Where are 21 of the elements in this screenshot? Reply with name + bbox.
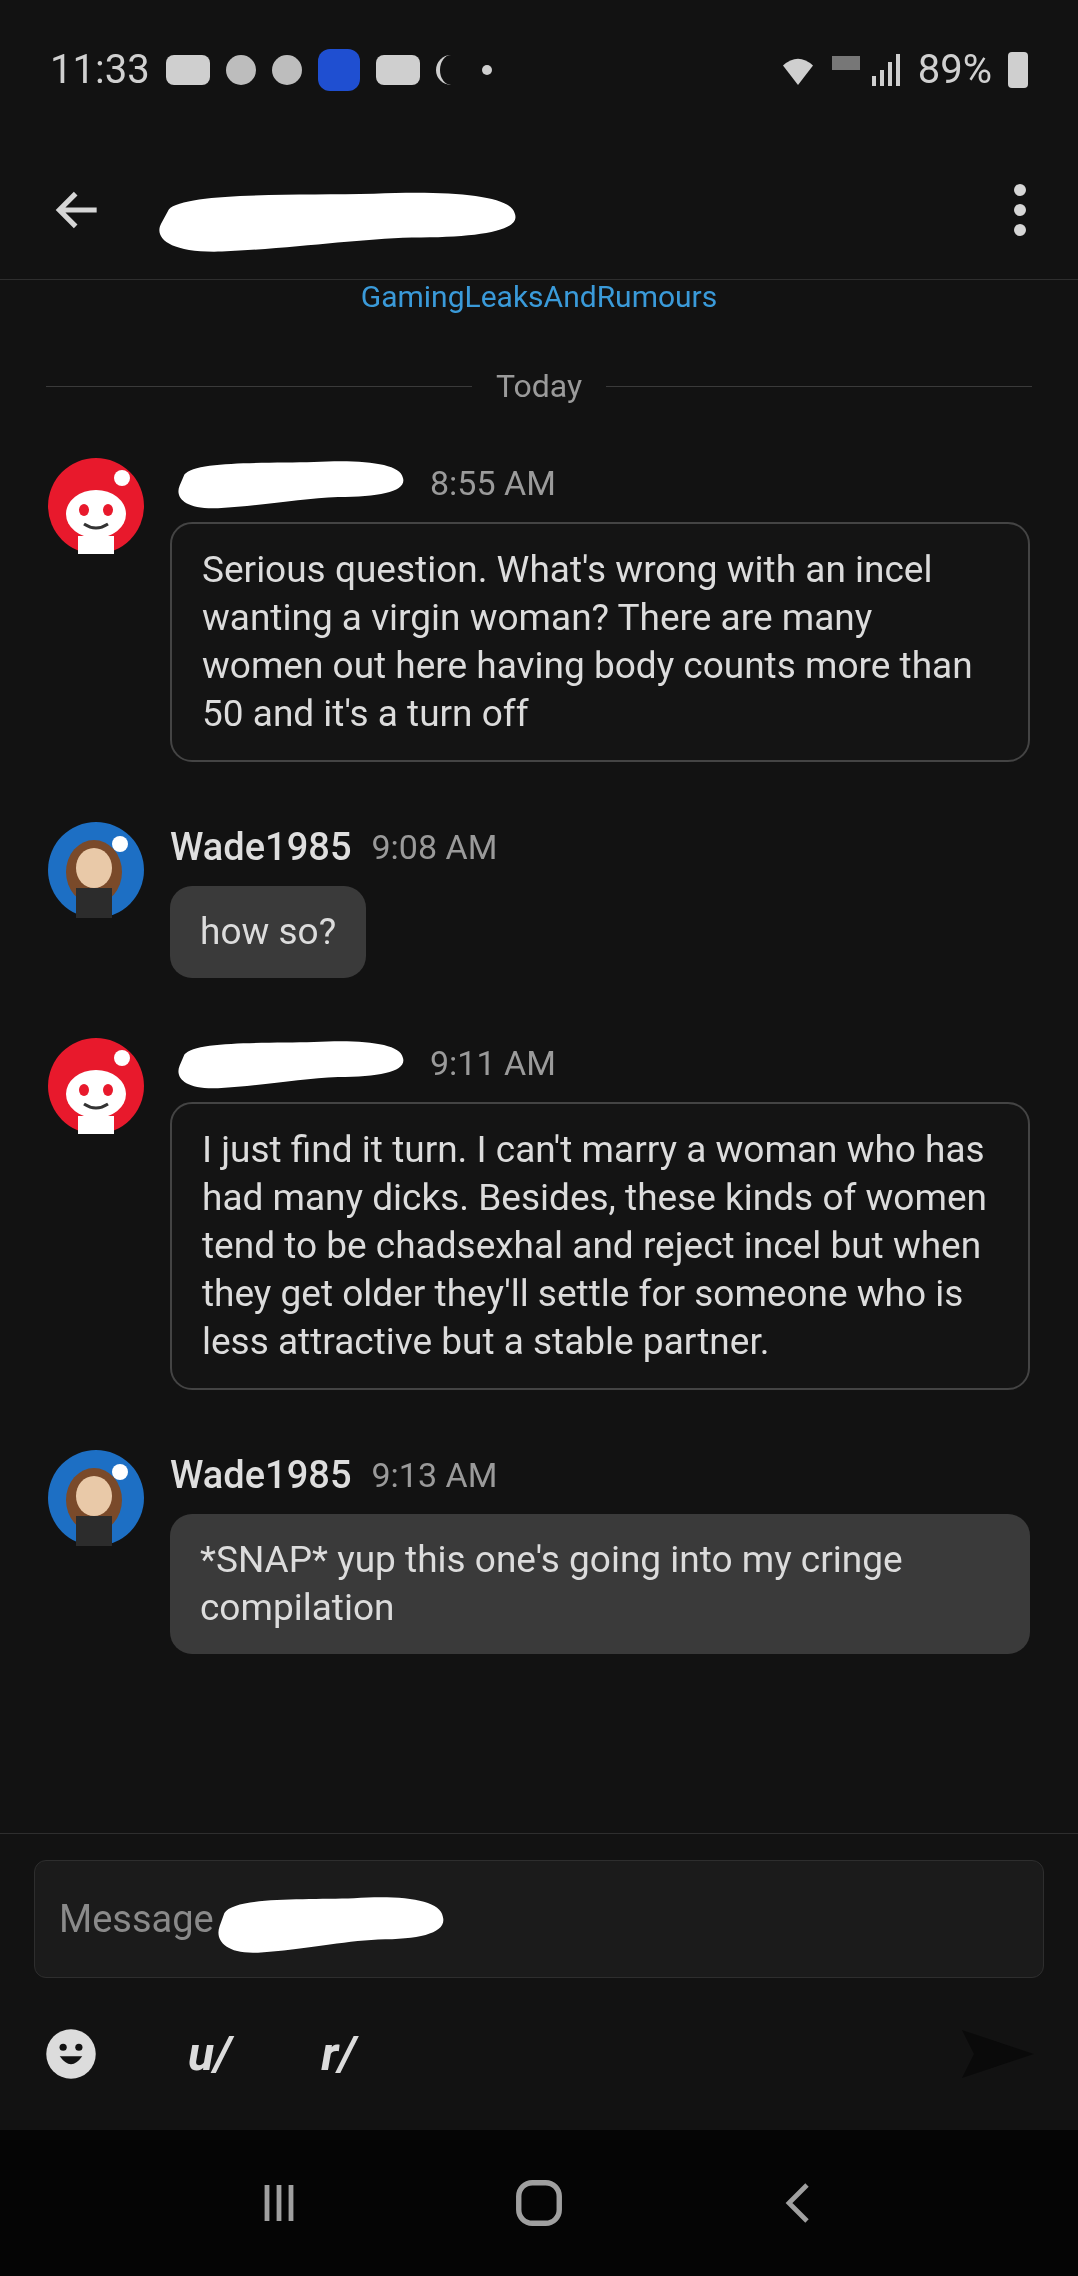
battery-icon xyxy=(1008,52,1028,88)
battery-percent: 89% xyxy=(917,45,992,95)
message-bubble: Serious question. What's wrong with an incel wanting a virgin woman? There are many women out here having body counts more than 50 and it's a turn off xyxy=(170,522,1030,762)
message-time: 9:13 AM xyxy=(371,1453,498,1497)
message-placeholder: Message xyxy=(59,1895,214,1943)
more-options-icon[interactable] xyxy=(1012,181,1028,238)
signal-icon xyxy=(831,52,902,88)
status-time: 11:33 xyxy=(50,45,150,95)
message-input[interactable]: Message xyxy=(34,1860,1044,1978)
message-bubble: I just find it turn. I can't marry a woman who has had many dicks. Besides, these kinds of women tend to be chadsexhal and reject incel but when they get older they'll settle for someone who is less attractive but a stable partner. xyxy=(170,1102,1030,1390)
author-name[interactable]: Wade1985 xyxy=(170,818,352,876)
message-time: 9:11 AM xyxy=(430,1041,556,1085)
emoji-icon[interactable] xyxy=(44,2027,98,2081)
message-time: 8:55 AM xyxy=(430,461,556,505)
subreddit-subtitle[interactable]: GamingLeaksAndRumours xyxy=(360,280,718,314)
mention-button[interactable]: u/ xyxy=(188,2018,232,2090)
message-time: 9:08 AM xyxy=(371,825,498,869)
message-bubble: *SNAP* yup this one's going into my cringe compilation xyxy=(170,1514,1030,1654)
date-divider-label: Today xyxy=(495,366,583,407)
author-name[interactable]: Wade1985 xyxy=(170,1446,352,1504)
message-bubble: how so? xyxy=(170,886,367,978)
